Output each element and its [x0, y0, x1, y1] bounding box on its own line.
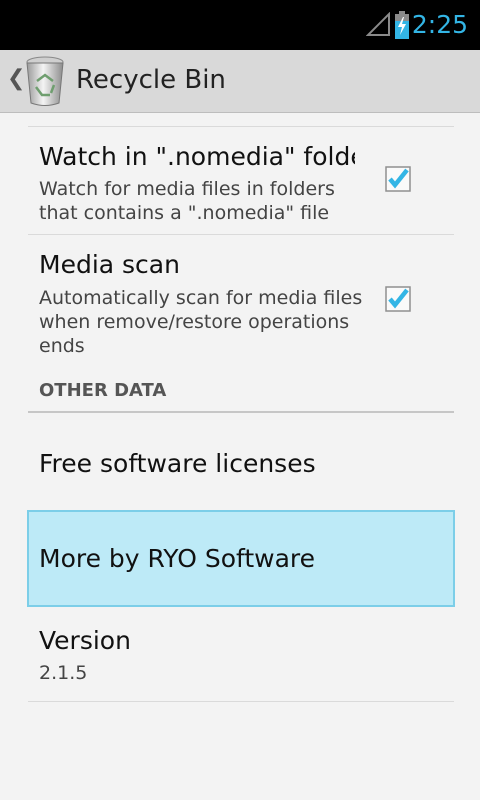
action-bar: ❮ Recycle Bin: [0, 50, 480, 113]
settings-list[interactable]: Watch in ".nomedia" folder Watch for med…: [0, 113, 480, 800]
checkbox-checked-icon[interactable]: [385, 286, 411, 312]
item-title: Version: [39, 626, 131, 655]
pref-summary: Automatically scan for media files when …: [39, 287, 363, 357]
version-value: 2.1.5: [39, 662, 88, 684]
item-title: Free software licenses: [39, 449, 316, 478]
section-header: OTHER DATA: [39, 380, 167, 401]
pref-title: Media scan: [39, 250, 180, 279]
battery-charging-icon: [395, 11, 409, 39]
status-time: 2:25: [411, 10, 468, 39]
pref-title: Watch in ".nomedia" folder: [39, 142, 355, 171]
app-title: Recycle Bin: [76, 65, 226, 95]
item-title: More by RYO Software: [39, 544, 316, 573]
status-bar: 2:25: [0, 0, 480, 50]
item-more-by-ryo[interactable]: More by RYO Software: [27, 510, 455, 607]
section-divider: [28, 411, 454, 413]
signal-icon: [366, 12, 390, 36]
divider: [28, 126, 454, 127]
recycle-bin-icon[interactable]: [22, 55, 68, 107]
pref-summary: Watch for media files in folders that co…: [39, 178, 335, 224]
divider: [28, 701, 454, 702]
checkbox-checked-icon[interactable]: [385, 166, 411, 192]
divider: [28, 234, 454, 235]
